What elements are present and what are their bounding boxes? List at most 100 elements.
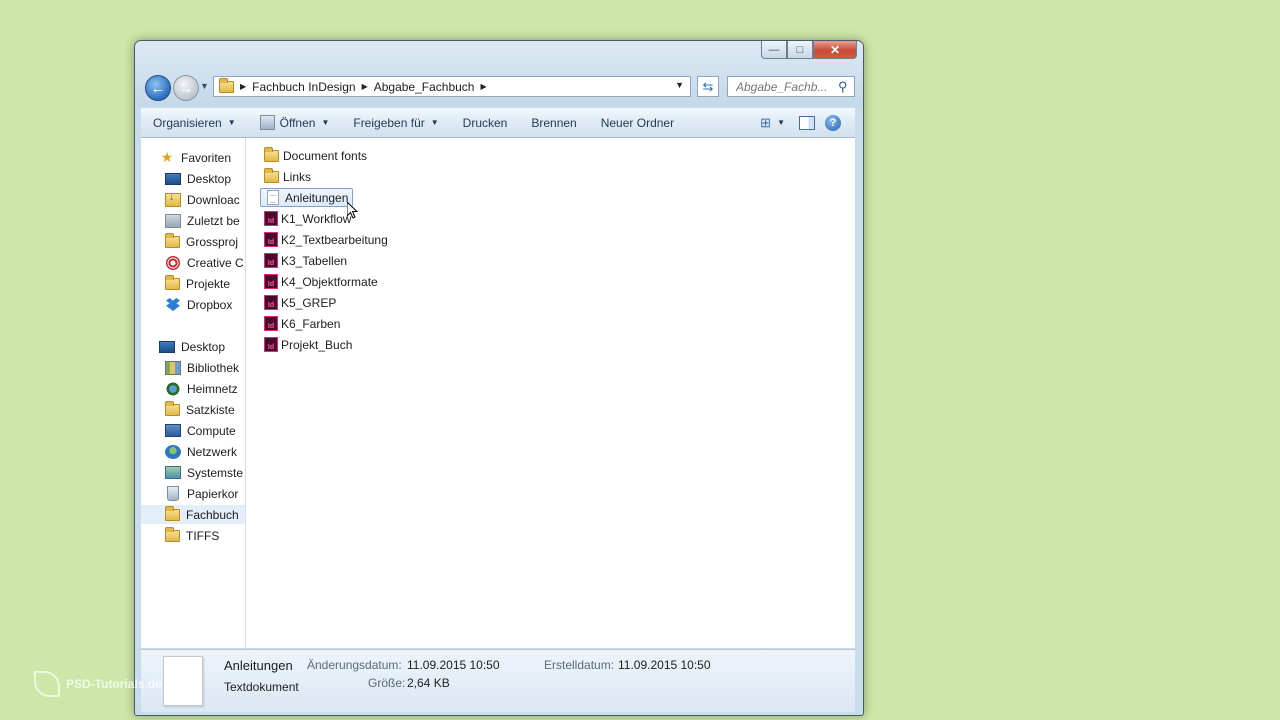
nav-item-dropbox[interactable]: Dropbox (141, 295, 245, 314)
file-name: K5_GREP (281, 295, 337, 310)
details-size-label: Größe: (368, 676, 406, 690)
nav-favorites-label: Favoriten (181, 150, 232, 165)
nav-item-label: Zuletzt be (187, 213, 240, 228)
details-modified-value: 11.09.2015 10:50 (407, 658, 500, 672)
chevron-down-icon: ▼ (777, 118, 785, 127)
nav-item-network[interactable]: Netzwerk (141, 442, 245, 461)
back-button[interactable]: ← (145, 75, 171, 101)
list-item[interactable]: Id K3_Tabellen (264, 251, 347, 270)
breadcrumb-abgabe-fachbuch[interactable]: Abgabe_Fachbuch (374, 80, 475, 94)
breadcrumb-separator-icon[interactable]: ▶ (362, 82, 368, 91)
search-box[interactable]: ⚲ (727, 76, 855, 97)
nav-item-label: Systemste (187, 465, 244, 480)
help-icon[interactable]: ? (825, 114, 841, 131)
nav-item-downloads[interactable]: Downloac (141, 190, 245, 209)
nav-item-label: Satzkiste (186, 402, 235, 417)
search-input[interactable] (734, 78, 838, 95)
close-button[interactable]: ✕ (813, 41, 857, 59)
folder-icon (165, 526, 180, 542)
nav-item-recycle-bin[interactable]: Papierkor (141, 484, 245, 503)
details-modified-label: Änderungsdatum: (307, 658, 402, 672)
burn-label: Brennen (531, 115, 577, 130)
list-item-selected[interactable]: Anleitungen (260, 188, 354, 207)
file-name: Document fonts (283, 148, 368, 163)
file-name: K4_Objektformate (281, 274, 378, 289)
list-item[interactable]: Links (264, 167, 311, 186)
breadcrumb-separator-icon[interactable]: ▶ (480, 82, 486, 91)
watermark-text: PSD-Tutorials.de (66, 677, 162, 691)
nav-item-control-panel[interactable]: Systemste (141, 463, 245, 482)
nav-item-libraries[interactable]: Bibliothek (141, 358, 245, 377)
preview-pane-icon[interactable] (799, 115, 815, 130)
file-name: Links (283, 169, 312, 184)
downloads-icon (165, 191, 181, 207)
open-button[interactable]: Öffnen ▼ (248, 108, 342, 137)
nav-item-recent-places[interactable]: Zuletzt be (141, 211, 245, 230)
nav-item-desktop[interactable]: Desktop (141, 169, 245, 188)
breadcrumb-fachbuch-indesign[interactable]: Fachbuch InDesign (252, 80, 355, 94)
nav-item-computer[interactable]: Compute (141, 421, 245, 440)
file-name: K3_Tabellen (281, 253, 348, 268)
indesign-file-icon: Id (264, 211, 278, 226)
nav-item-grossprojekt[interactable]: Grossproj (141, 232, 245, 251)
file-list[interactable]: Document fonts Links Anleitungen Id K1_W… (246, 138, 855, 648)
share-button[interactable]: Freigeben für ▼ (341, 108, 450, 137)
computer-icon (165, 424, 181, 437)
navigation-pane[interactable]: ★ Favoriten Desktop Downloac Zuletzt be … (141, 138, 246, 648)
list-item[interactable]: Id K4_Objektformate (264, 272, 378, 291)
control-panel-icon (165, 466, 181, 479)
nav-item-satzkiste[interactable]: Satzkiste (141, 400, 245, 419)
nav-desktop-header[interactable]: Desktop (141, 337, 245, 356)
back-arrow-icon: ← (150, 79, 166, 97)
chevron-down-icon: ▼ (321, 118, 330, 127)
forward-arrow-icon: → (178, 79, 194, 97)
mouse-pointer-icon (347, 202, 359, 219)
nav-item-projekte[interactable]: Projekte (141, 274, 245, 293)
list-item[interactable]: Id Projekt_Buch (264, 335, 352, 354)
burn-button[interactable]: Brennen (519, 108, 588, 137)
folder-icon (165, 274, 180, 290)
nav-item-creative-cloud[interactable]: Creative C (141, 253, 245, 272)
nav-item-fachbuch[interactable]: Fachbuch (141, 505, 245, 524)
file-name: Anleitungen (285, 190, 349, 205)
folder-icon (264, 146, 279, 162)
recent-pages-dropdown[interactable]: ▼ (200, 81, 209, 91)
nav-item-label: Papierkor (187, 486, 239, 501)
nav-item-homegroup[interactable]: Heimnetz (141, 379, 245, 398)
file-thumbnail-icon (163, 656, 203, 706)
refresh-button[interactable]: ⇆ (697, 76, 719, 97)
organize-label: Organisieren (153, 115, 222, 130)
list-item[interactable]: Id K2_Textbearbeitung (264, 230, 388, 249)
minimize-button[interactable]: — (761, 41, 787, 59)
address-history-dropdown-icon[interactable]: ▼ (675, 80, 684, 90)
maximize-button[interactable]: □ (787, 41, 813, 59)
nav-item-tiffs[interactable]: TIFFS (141, 526, 245, 545)
list-item[interactable]: Id K1_Workflow (264, 209, 351, 228)
list-item[interactable]: Id K5_GREP (264, 293, 336, 312)
details-file-name: Anleitungen (224, 658, 293, 673)
list-item[interactable]: Id K6_Farben (264, 314, 340, 333)
new-folder-button[interactable]: Neuer Ordner (589, 108, 686, 137)
address-bar[interactable]: ▶ Fachbuch InDesign ▶ Abgabe_Fachbuch ▶ … (213, 76, 691, 97)
view-grid-icon: ⊞ (760, 114, 772, 130)
list-item[interactable]: Document fonts (264, 146, 367, 165)
indesign-file-icon: Id (264, 337, 278, 352)
open-label: Öffnen (279, 115, 316, 130)
title-bar[interactable] (135, 41, 863, 107)
network-icon (165, 444, 181, 459)
search-icon[interactable]: ⚲ (838, 79, 848, 95)
indesign-file-icon: Id (264, 274, 278, 289)
view-options-button[interactable]: ⊞ ▼ (760, 115, 785, 131)
print-button[interactable]: Drucken (451, 108, 520, 137)
new-folder-label: Neuer Ordner (600, 115, 675, 130)
indesign-file-icon: Id (264, 316, 278, 331)
nav-item-label: Creative C (187, 255, 244, 270)
nav-favorites-header[interactable]: ★ Favoriten (141, 148, 245, 167)
forward-button[interactable]: → (173, 75, 199, 101)
creative-cloud-icon (166, 255, 180, 270)
organize-button[interactable]: Organisieren ▼ (141, 108, 248, 137)
indesign-file-icon: Id (264, 295, 278, 310)
breadcrumb-separator-icon[interactable]: ▶ (240, 82, 246, 91)
nav-item-label: Desktop (187, 171, 232, 186)
details-file-type: Textdokument (224, 680, 299, 694)
